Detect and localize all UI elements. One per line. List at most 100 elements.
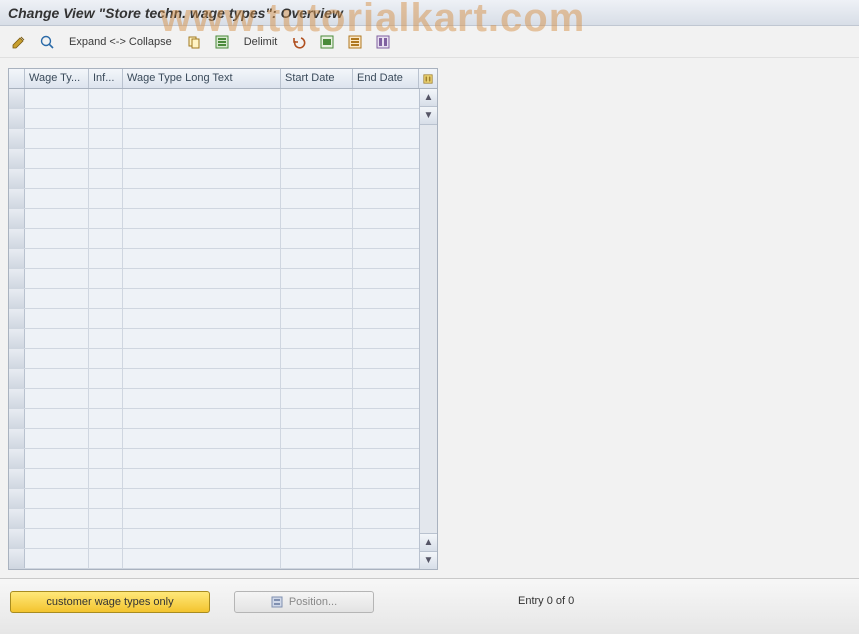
- cell-infotype[interactable]: [89, 529, 123, 548]
- cell-wage-type[interactable]: [25, 169, 89, 188]
- cell-long-text[interactable]: [123, 249, 281, 268]
- expand-collapse-button[interactable]: Expand <-> Collapse: [62, 31, 179, 53]
- cell-start-date[interactable]: [281, 369, 353, 388]
- cell-infotype[interactable]: [89, 369, 123, 388]
- cell-long-text[interactable]: [123, 89, 281, 108]
- cell-infotype[interactable]: [89, 309, 123, 328]
- select-all-icon[interactable]: [209, 31, 235, 53]
- cell-long-text[interactable]: [123, 349, 281, 368]
- cell-end-date[interactable]: [353, 489, 419, 508]
- cell-end-date[interactable]: [353, 89, 419, 108]
- cell-start-date[interactable]: [281, 389, 353, 408]
- row-selector[interactable]: [9, 249, 25, 268]
- cell-infotype[interactable]: [89, 429, 123, 448]
- row-selector[interactable]: [9, 489, 25, 508]
- cell-long-text[interactable]: [123, 109, 281, 128]
- cell-start-date[interactable]: [281, 149, 353, 168]
- column-config-icon[interactable]: [419, 69, 437, 88]
- cell-wage-type[interactable]: [25, 389, 89, 408]
- cell-start-date[interactable]: [281, 269, 353, 288]
- row-selector[interactable]: [9, 209, 25, 228]
- scroll-up-icon[interactable]: ▲: [420, 89, 437, 107]
- cell-wage-type[interactable]: [25, 349, 89, 368]
- column-header-end-date[interactable]: End Date: [353, 69, 419, 88]
- cell-start-date[interactable]: [281, 89, 353, 108]
- cell-long-text[interactable]: [123, 129, 281, 148]
- cell-infotype[interactable]: [89, 509, 123, 528]
- cell-wage-type[interactable]: [25, 89, 89, 108]
- cell-end-date[interactable]: [353, 129, 419, 148]
- cell-end-date[interactable]: [353, 349, 419, 368]
- change-icon[interactable]: [6, 31, 32, 53]
- cell-infotype[interactable]: [89, 169, 123, 188]
- cell-wage-type[interactable]: [25, 149, 89, 168]
- cell-wage-type[interactable]: [25, 309, 89, 328]
- cell-infotype[interactable]: [89, 449, 123, 468]
- cell-wage-type[interactable]: [25, 549, 89, 568]
- cell-infotype[interactable]: [89, 189, 123, 208]
- cell-end-date[interactable]: [353, 249, 419, 268]
- row-selector[interactable]: [9, 549, 25, 568]
- undo-icon[interactable]: [286, 31, 312, 53]
- row-selector[interactable]: [9, 169, 25, 188]
- cell-infotype[interactable]: [89, 109, 123, 128]
- cell-wage-type[interactable]: [25, 369, 89, 388]
- deselect-all-icon[interactable]: [342, 31, 368, 53]
- cell-long-text[interactable]: [123, 469, 281, 488]
- cell-long-text[interactable]: [123, 489, 281, 508]
- cell-infotype[interactable]: [89, 209, 123, 228]
- cell-wage-type[interactable]: [25, 429, 89, 448]
- cell-start-date[interactable]: [281, 129, 353, 148]
- cell-start-date[interactable]: [281, 469, 353, 488]
- cell-end-date[interactable]: [353, 209, 419, 228]
- column-header-start-date[interactable]: Start Date: [281, 69, 353, 88]
- cell-infotype[interactable]: [89, 149, 123, 168]
- cell-wage-type[interactable]: [25, 449, 89, 468]
- row-selector[interactable]: [9, 229, 25, 248]
- cell-wage-type[interactable]: [25, 249, 89, 268]
- cell-wage-type[interactable]: [25, 269, 89, 288]
- cell-end-date[interactable]: [353, 509, 419, 528]
- cell-start-date[interactable]: [281, 109, 353, 128]
- column-header-long-text[interactable]: Wage Type Long Text: [123, 69, 281, 88]
- cell-infotype[interactable]: [89, 249, 123, 268]
- cell-long-text[interactable]: [123, 529, 281, 548]
- cell-infotype[interactable]: [89, 289, 123, 308]
- details-icon[interactable]: [34, 31, 60, 53]
- cell-end-date[interactable]: [353, 329, 419, 348]
- cell-infotype[interactable]: [89, 329, 123, 348]
- cell-long-text[interactable]: [123, 429, 281, 448]
- cell-start-date[interactable]: [281, 309, 353, 328]
- cell-end-date[interactable]: [353, 409, 419, 428]
- cell-infotype[interactable]: [89, 489, 123, 508]
- row-selector[interactable]: [9, 189, 25, 208]
- row-selector[interactable]: [9, 129, 25, 148]
- cell-wage-type[interactable]: [25, 289, 89, 308]
- cell-long-text[interactable]: [123, 449, 281, 468]
- cell-end-date[interactable]: [353, 529, 419, 548]
- cell-start-date[interactable]: [281, 349, 353, 368]
- cell-start-date[interactable]: [281, 209, 353, 228]
- cell-end-date[interactable]: [353, 289, 419, 308]
- cell-infotype[interactable]: [89, 409, 123, 428]
- row-selector[interactable]: [9, 469, 25, 488]
- cell-wage-type[interactable]: [25, 409, 89, 428]
- cell-start-date[interactable]: [281, 249, 353, 268]
- cell-long-text[interactable]: [123, 289, 281, 308]
- cell-start-date[interactable]: [281, 189, 353, 208]
- scroll-up-step-icon[interactable]: ▲: [420, 533, 437, 551]
- cell-start-date[interactable]: [281, 329, 353, 348]
- cell-end-date[interactable]: [353, 309, 419, 328]
- cell-start-date[interactable]: [281, 229, 353, 248]
- cell-long-text[interactable]: [123, 189, 281, 208]
- cell-infotype[interactable]: [89, 229, 123, 248]
- cell-start-date[interactable]: [281, 509, 353, 528]
- cell-long-text[interactable]: [123, 309, 281, 328]
- row-selector[interactable]: [9, 89, 25, 108]
- cell-wage-type[interactable]: [25, 509, 89, 528]
- row-selector[interactable]: [9, 349, 25, 368]
- cell-start-date[interactable]: [281, 409, 353, 428]
- delimit-button[interactable]: Delimit: [237, 31, 285, 53]
- cell-wage-type[interactable]: [25, 209, 89, 228]
- cell-end-date[interactable]: [353, 189, 419, 208]
